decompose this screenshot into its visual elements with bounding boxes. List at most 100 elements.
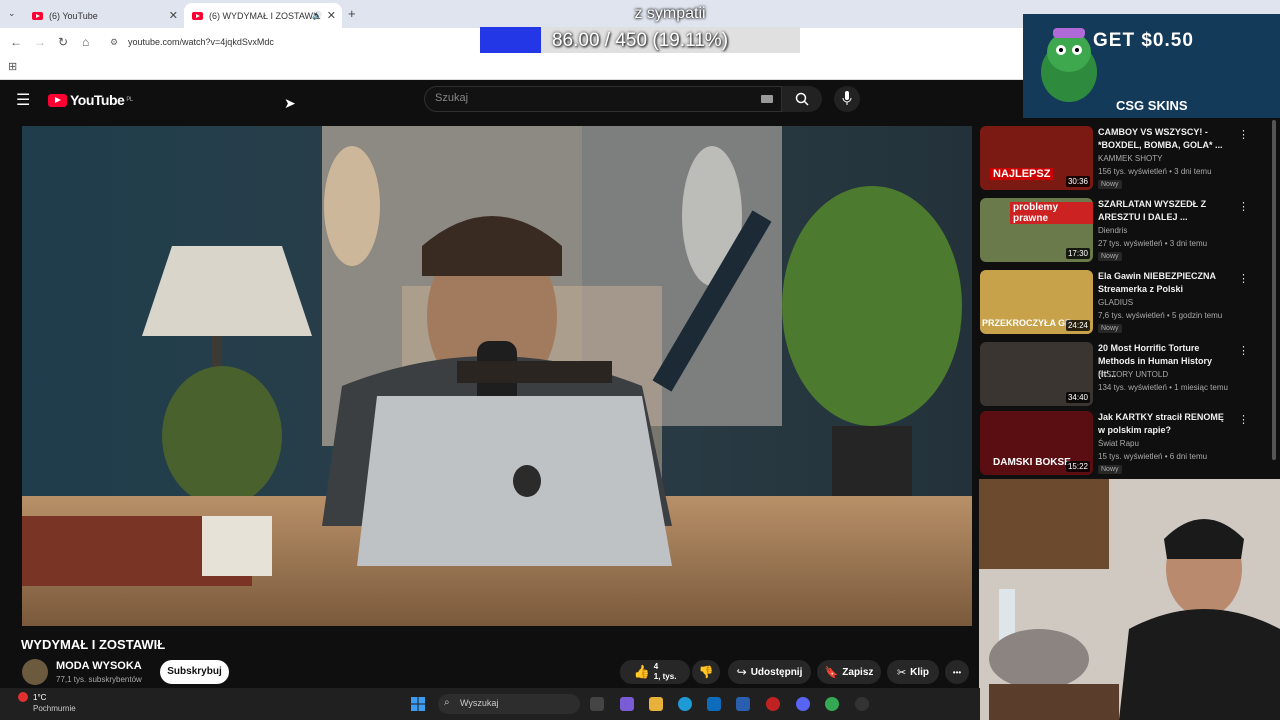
close-tab-icon[interactable]: ✕ [169,9,178,22]
video-title: WYDYMAŁ I ZOSTAWIŁ [21,637,166,652]
chrome-icon[interactable] [825,697,839,711]
audio-playing-icon[interactable]: 🔊 [312,11,322,20]
more-options-icon[interactable]: ⋮ [1238,200,1249,213]
webcam-frame [979,479,1280,720]
recommendation-meta: 15 tys. wyświetleń • 6 dni temu [1098,452,1208,461]
close-tab-icon[interactable]: ✕ [327,9,336,22]
recommendation-channel[interactable]: GLADIUS [1098,298,1133,307]
url-text: youtube.com/watch?v=4jqkdSvxMdc [128,37,274,47]
video-thumbnail[interactable]: DAMSKI BOKSE 15:22 [980,411,1093,475]
voice-search-button[interactable] [834,86,860,112]
recommendation-channel[interactable]: HISTORY UNTOLD [1098,370,1168,379]
video-thumbnail[interactable]: 34:40 [980,342,1093,406]
video-frame [22,126,972,626]
recommendation-channel[interactable]: Świat Rapu [1098,439,1139,448]
recommendation-item[interactable]: DAMSKI BOKSE 15:22 Jak KARTKY stracił RE… [980,411,1260,477]
forward-icon[interactable]: → [34,35,46,49]
search-button[interactable] [782,86,822,112]
home-icon[interactable]: ⌂ [82,35,89,49]
task-view-icon[interactable] [590,697,604,711]
sidebar-scrollbar[interactable] [1272,120,1276,460]
site-info-icon[interactable]: ⚙ [110,33,118,52]
new-badge: Nowy [1098,252,1122,261]
weather-alert-icon[interactable] [18,692,28,702]
thumbs-down-icon: 👎 [698,665,714,679]
video-thumbnail[interactable]: PRZEKROCZYŁA GR 24:24 [980,270,1093,334]
youtube-play-icon [48,93,67,107]
thumbnail-text: NAJLEPSZ [990,168,1054,180]
channel-name[interactable]: MODA WYSOKA [56,660,142,672]
recommendation-title[interactable]: CAMBOY VS WSZYSCY! - *BOXDEL, BOMBA, GOL… [1098,126,1226,152]
search-input[interactable]: Szukaj [424,86,782,112]
thumbnail-text: problemy prawne [1010,202,1093,224]
youtube-logo[interactable]: YouTube PL [48,92,133,108]
red-app-icon[interactable] [766,697,780,711]
ad-headline: GET $0.50 [1093,30,1194,51]
recommendation-item[interactable]: problemy prawne 17:30 SZARLATAN WYSZEDŁ … [980,198,1260,264]
youtube-favicon-icon [192,11,203,20]
channel-avatar[interactable] [22,659,48,685]
more-actions-button[interactable]: ••• [945,660,969,684]
apps-grid-icon[interactable]: ⊞ [8,60,17,73]
obs-icon[interactable] [855,697,869,711]
like-count-line2: 1, tys. [653,672,677,681]
clip-button[interactable]: ✂ Klip [887,660,939,684]
save-button[interactable]: 🔖 Zapisz [817,660,881,684]
goal-title: z sympatii [634,5,706,22]
discord-icon[interactable] [796,697,810,711]
recommendation-meta: 27 tys. wyświetleń • 3 dni temu [1098,239,1208,248]
bookmark-icon: 🔖 [824,666,839,679]
reload-icon[interactable]: ↻ [58,35,68,49]
video-thumbnail[interactable]: NAJLEPSZ 30:36 [980,126,1093,190]
more-icon: ••• [952,667,962,677]
tab-search-chevron-icon[interactable]: ⌄ [8,8,16,19]
like-button[interactable]: 👍 4 1, tys. [620,660,690,684]
tab-label: (6) WYDYMAŁ I ZOSTAWIŁ [209,10,321,21]
search-placeholder: Szukaj [435,92,469,104]
subscribe-button[interactable]: Subskrybuj [160,660,229,684]
microphone-icon [842,91,852,105]
new-tab-icon[interactable]: + [348,6,356,21]
new-badge: Nowy [1098,324,1122,333]
weather-temp[interactable]: 1°C [33,693,46,702]
recommendation-title[interactable]: Ela Gawin NIEBEZPIECZNA Streamerka z Pol… [1098,270,1226,296]
share-button[interactable]: ↪ Udostępnij [728,660,811,684]
search-icon: ⌕ [444,697,450,708]
recommendation-title[interactable]: SZARLATAN WYSZEDŁ Z ARESZTU I DALEJ ... [1098,198,1226,224]
recommendation-item[interactable]: PRZEKROCZYŁA GR 24:24 Ela Gawin NIEBEZPI… [980,270,1260,336]
copilot-icon[interactable] [620,697,634,711]
save-label: Zapisz [842,666,874,678]
dislike-button[interactable]: 👎 [692,660,720,684]
recommendation-title[interactable]: Jak KARTKY stracił RENOMĘ w polskim rapi… [1098,411,1226,437]
outlook-icon[interactable] [707,697,721,711]
store-icon[interactable] [736,697,750,711]
keyboard-icon[interactable] [761,95,773,103]
hamburger-menu-icon[interactable]: ☰ [16,90,30,110]
video-player[interactable] [22,126,972,626]
more-options-icon[interactable]: ⋮ [1238,272,1249,285]
mouse-cursor-icon: ➤ [284,95,296,111]
video-thumbnail[interactable]: problemy prawne 17:30 [980,198,1093,262]
back-icon[interactable]: ← [10,35,22,49]
tab-youtube-home[interactable]: (6) YouTube ✕ [24,3,184,28]
windows-start-icon[interactable] [411,697,425,711]
more-options-icon[interactable]: ⋮ [1238,128,1249,141]
file-explorer-icon[interactable] [649,697,663,711]
more-options-icon[interactable]: ⋮ [1238,344,1249,357]
recommendation-channel[interactable]: KAMMEK SHOTY [1098,154,1162,163]
share-arrow-icon: ↪ [736,665,747,679]
tab-current-video[interactable]: (6) WYDYMAŁ I ZOSTAWIŁ 🔊 ✕ [184,3,342,28]
more-options-icon[interactable]: ⋮ [1238,413,1249,426]
like-count-line1: 4 [653,662,659,671]
url-field[interactable]: ⚙ youtube.com/watch?v=4jqkdSvxMdc [110,33,490,52]
ad-brand: CSG SKINS [1116,98,1188,113]
new-badge: Nowy [1098,180,1122,189]
recommendation-channel[interactable]: Diendris [1098,226,1127,235]
recommendation-item[interactable]: 34:40 20 Most Horrific Torture Methods i… [980,342,1260,408]
recommendation-meta: 156 tys. wyświetleń • 3 dni temu [1098,167,1212,176]
taskbar-search-input[interactable]: ⌕ Wyszukaj [438,694,580,714]
edge-browser-icon[interactable] [678,697,692,711]
recommendation-item[interactable]: NAJLEPSZ 30:36 CAMBOY VS WSZYSCY! - *BOX… [980,126,1260,192]
video-duration: 30:36 [1065,176,1090,187]
weather-desc[interactable]: Pochmurnie [33,704,76,713]
